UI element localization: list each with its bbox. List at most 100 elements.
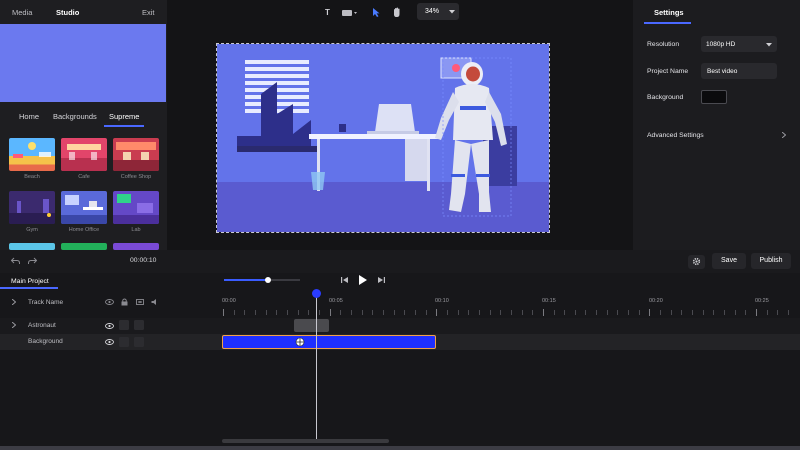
thumbnail-gym[interactable] <box>9 191 55 224</box>
tab-main-project[interactable]: Main Project <box>11 278 49 285</box>
speaker-icon[interactable] <box>151 298 159 306</box>
ruler-tick <box>223 309 224 316</box>
ruler-tick <box>361 310 363 315</box>
ruler-tick <box>702 310 704 315</box>
resolution-label: Resolution <box>647 41 680 48</box>
eye-icon[interactable] <box>105 299 114 305</box>
ruler-tick <box>596 310 598 315</box>
background-clip[interactable] <box>222 335 436 349</box>
ruler-tick <box>670 310 672 315</box>
thumbnail-beach[interactable] <box>9 138 55 171</box>
dock-strip <box>0 446 800 450</box>
undo-icon[interactable] <box>11 256 20 265</box>
thumbnail-partial[interactable] <box>61 243 107 250</box>
subtab-backgrounds[interactable]: Backgrounds <box>53 112 97 121</box>
ruler-tick <box>724 310 725 315</box>
project-name-value: Best video <box>707 68 738 75</box>
zoom-value: 34% <box>425 8 440 15</box>
ruler-tick <box>574 310 576 315</box>
group-toggle[interactable] <box>134 337 144 347</box>
lock-toggle[interactable] <box>119 320 129 330</box>
thumbnail-home-office[interactable] <box>61 191 107 224</box>
tab-exit[interactable]: Exit <box>142 8 155 17</box>
ruler-tick <box>628 310 630 315</box>
group-toggle[interactable] <box>134 320 144 330</box>
ruler-tick <box>276 310 278 315</box>
subtab-home[interactable]: Home <box>19 112 39 121</box>
chevron-right-icon[interactable] <box>782 132 786 138</box>
skip-back-icon[interactable] <box>341 276 349 284</box>
ruler-tick <box>244 310 246 315</box>
ruler-tick-label: 00:10 <box>435 298 449 304</box>
gear-icon <box>692 257 701 266</box>
active-tab-underline <box>104 125 144 127</box>
background-color-swatch[interactable] <box>701 90 727 104</box>
select-pointer-icon[interactable] <box>372 7 381 18</box>
ruler-tick <box>457 310 459 315</box>
ruler-tick <box>638 310 640 315</box>
thumbnail-lab[interactable] <box>113 191 159 224</box>
lock-toggle[interactable] <box>119 337 129 347</box>
eye-icon[interactable] <box>105 339 114 345</box>
ruler-tick <box>287 310 288 315</box>
ruler-tick-label: 00:15 <box>542 298 556 304</box>
group-icon[interactable] <box>136 298 144 306</box>
track-name-background: Background <box>28 338 63 345</box>
redo-icon[interactable] <box>28 256 37 265</box>
ruler-tick <box>532 310 534 315</box>
text-tool-icon[interactable]: T <box>325 8 330 17</box>
ruler-tick <box>255 310 256 315</box>
ruler-tick <box>660 310 662 315</box>
thumbnail-cafe[interactable] <box>61 138 107 171</box>
play-icon[interactable] <box>359 275 367 285</box>
control-bar <box>0 250 800 273</box>
ruler-tick <box>649 309 651 316</box>
eye-icon[interactable] <box>105 323 114 329</box>
thumbnail-partial[interactable] <box>9 243 55 250</box>
hand-tool-icon[interactable] <box>392 7 402 18</box>
skip-forward-icon[interactable] <box>377 276 385 284</box>
thumbnail-label: Home Office <box>68 227 100 233</box>
time-display: 00:00:10 <box>130 257 157 264</box>
chevron-right-icon[interactable] <box>12 299 16 305</box>
ruler-tick <box>745 310 747 315</box>
lock-icon[interactable] <box>121 298 128 306</box>
thumbnail-coffee-shop[interactable] <box>113 138 159 171</box>
ruler-tick-label: 00:20 <box>649 298 663 304</box>
timeline-scrollbar[interactable] <box>222 439 389 443</box>
tab-media[interactable]: Media <box>12 8 32 17</box>
ruler-tick <box>329 309 331 316</box>
playhead-line <box>316 296 317 440</box>
ruler-tick <box>393 310 395 315</box>
subtab-supreme[interactable]: Supreme <box>109 112 139 121</box>
ruler-tick <box>510 310 512 315</box>
ruler-tick <box>766 310 768 315</box>
thumbnail-label: Beach <box>24 174 40 180</box>
astronaut-clip[interactable] <box>294 319 329 332</box>
media-preview <box>0 24 166 102</box>
ruler-tick <box>756 309 757 316</box>
ruler-tick <box>425 310 427 315</box>
volume-slider[interactable] <box>224 279 268 281</box>
ruler-tick <box>713 310 715 315</box>
save-button[interactable]: Save <box>712 253 746 269</box>
ruler-tick <box>404 310 406 315</box>
advanced-settings-link[interactable]: Advanced Settings <box>647 132 704 139</box>
ruler-tick <box>692 310 693 315</box>
ruler-tick <box>542 309 544 316</box>
shape-tool-icon[interactable] <box>342 9 360 17</box>
volume-slider-thumb[interactable] <box>265 277 271 283</box>
thumbnail-partial[interactable] <box>113 243 159 250</box>
ruler-tick <box>318 310 320 315</box>
chevron-right-icon[interactable] <box>12 322 16 328</box>
main-project-underline <box>0 287 58 289</box>
publish-button[interactable]: Publish <box>751 253 791 269</box>
resolution-value: 1080p HD <box>706 41 736 48</box>
background-label: Background <box>647 94 684 101</box>
track-name-astronaut: Astronaut <box>28 322 56 329</box>
video-canvas[interactable] <box>216 43 550 233</box>
chevron-down-icon <box>449 10 455 14</box>
tab-studio[interactable]: Studio <box>56 8 79 17</box>
ruler-tick <box>553 310 555 315</box>
playhead-handle[interactable] <box>312 289 321 298</box>
